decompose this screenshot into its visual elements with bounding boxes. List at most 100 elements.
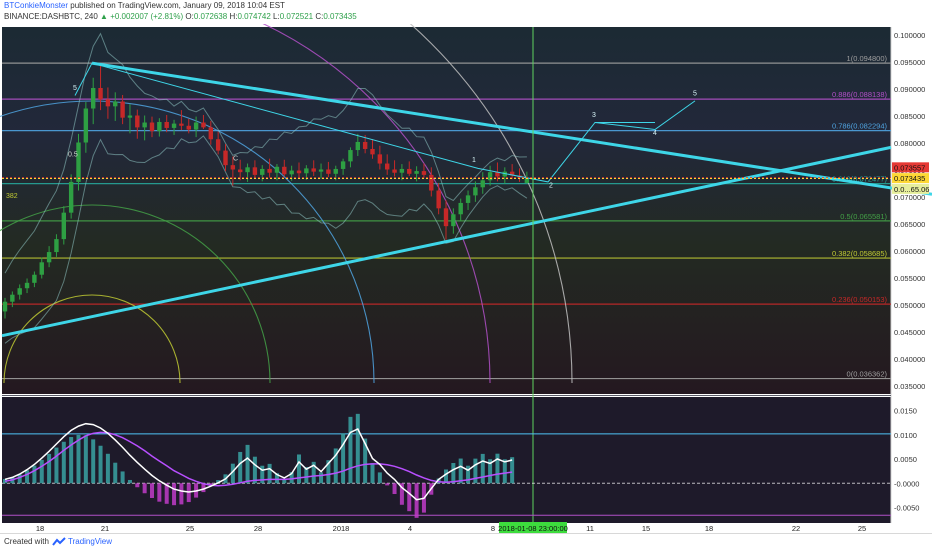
candle-body bbox=[385, 163, 390, 170]
open-value: 0.072638 bbox=[193, 12, 228, 21]
osc-tick-label: -0.0000 bbox=[894, 479, 919, 488]
open-label: O: bbox=[185, 12, 194, 21]
price-tag-label: 0.0...65.06 bbox=[894, 185, 929, 194]
ohlc-line: BINANCE:DASHBTC, 240 ▲ +0.002007 (+2.81%… bbox=[4, 12, 357, 22]
histogram-bar bbox=[105, 453, 110, 484]
time-tick-label: 25 bbox=[186, 524, 194, 533]
histogram-bar bbox=[495, 453, 500, 484]
price-tick-label: 0.080000 bbox=[894, 139, 925, 148]
candle-body bbox=[135, 115, 140, 128]
price-tick-label: 0.070000 bbox=[894, 193, 925, 202]
candle-body bbox=[215, 139, 221, 151]
candle-body bbox=[480, 180, 485, 188]
candle-body bbox=[54, 239, 59, 253]
candle-body bbox=[487, 172, 493, 181]
candle-body bbox=[318, 169, 324, 172]
high-value: 0.074742 bbox=[237, 12, 271, 21]
candle-body bbox=[179, 123, 184, 126]
candle-body bbox=[333, 168, 338, 174]
fib-level-label: 0.786(0.082294) bbox=[832, 122, 888, 131]
histogram-bar bbox=[392, 483, 397, 495]
histogram-bar bbox=[480, 453, 485, 484]
histogram-bar bbox=[245, 444, 250, 484]
histogram-bar bbox=[370, 463, 375, 484]
price-tick-label: 0.065000 bbox=[894, 220, 925, 229]
candle-body bbox=[245, 167, 250, 173]
histogram-bar bbox=[76, 434, 81, 484]
histogram-bar bbox=[444, 469, 448, 484]
time-tick-label: 11 bbox=[586, 524, 594, 533]
candle-body bbox=[399, 168, 405, 173]
close-value: 0.073435 bbox=[323, 12, 357, 21]
histogram-bar bbox=[297, 454, 301, 484]
candle-body bbox=[238, 169, 243, 173]
candle-body bbox=[304, 168, 309, 174]
candle-body bbox=[296, 170, 302, 174]
time-tick-label: 22 bbox=[792, 524, 800, 533]
candle-body bbox=[473, 187, 478, 196]
histogram-bar bbox=[319, 472, 324, 484]
candle-body bbox=[2, 301, 8, 312]
wave-label: 3 bbox=[592, 112, 596, 119]
candle-body bbox=[348, 150, 353, 162]
candle-body bbox=[24, 282, 30, 289]
candle-body bbox=[267, 168, 272, 173]
candle-body bbox=[120, 101, 125, 118]
price-tag-label: 0.073435 bbox=[894, 174, 925, 183]
chart-annotation: 0.5 bbox=[68, 152, 78, 159]
candle-body bbox=[524, 178, 530, 183]
price-tick-label: 0.060000 bbox=[894, 247, 925, 256]
publish-line: BTConkieMonster published on TradingView… bbox=[4, 1, 285, 11]
time-tick-label: 18 bbox=[705, 524, 713, 533]
candle-body bbox=[201, 122, 206, 128]
chart-canvas[interactable]: 1(0.094800) 0.886(0.088138) 0.786(0.082294… bbox=[0, 24, 932, 533]
author-link[interactable]: BTConkieMonster bbox=[4, 1, 68, 10]
candle-body bbox=[260, 168, 265, 175]
candle-body bbox=[443, 208, 449, 227]
price-tick-label: 0.055000 bbox=[894, 274, 925, 283]
histogram-bar bbox=[120, 471, 125, 484]
candle-body bbox=[83, 108, 89, 143]
time-tick-label: 28 bbox=[254, 524, 262, 533]
time-tick-label: 15 bbox=[642, 524, 650, 533]
wave-label: 5 bbox=[73, 85, 77, 92]
low-value: 0.072521 bbox=[279, 12, 314, 21]
candle-body bbox=[91, 87, 96, 109]
fib-level-label: 0.886(0.088138) bbox=[832, 90, 888, 99]
candle-body bbox=[142, 122, 147, 128]
candle-body bbox=[127, 115, 133, 118]
candle-body bbox=[340, 161, 346, 169]
candle-body bbox=[61, 212, 66, 240]
candle-body bbox=[223, 150, 228, 166]
candle-body bbox=[76, 142, 81, 182]
osc-tick-label: 0.0050 bbox=[894, 455, 917, 464]
histogram-bar bbox=[172, 483, 177, 506]
time-tick-label: 4 bbox=[408, 524, 412, 533]
candle-body bbox=[458, 202, 463, 215]
price-tick-label: 0.035000 bbox=[894, 382, 925, 391]
histogram-bar bbox=[473, 458, 478, 484]
candle-body bbox=[370, 148, 375, 155]
histogram-bar bbox=[385, 483, 390, 486]
candle-body bbox=[311, 168, 316, 172]
histogram-bar bbox=[17, 474, 22, 484]
histogram-bar bbox=[150, 483, 154, 498]
chart-annotation: 382 bbox=[6, 193, 18, 200]
symbol-label: BINANCE:DASHBTC, 240 bbox=[4, 12, 98, 21]
histogram-bar bbox=[407, 483, 412, 512]
histogram-bar bbox=[157, 483, 162, 502]
candle-body bbox=[39, 262, 44, 275]
histogram-bar bbox=[98, 445, 103, 484]
histogram-bar bbox=[458, 458, 463, 484]
histogram-bar bbox=[91, 439, 96, 484]
candle-body bbox=[113, 101, 118, 107]
tradingview-brand[interactable]: TradingView bbox=[68, 537, 112, 547]
candle-body bbox=[407, 168, 412, 174]
change-value: ▲ +0.002007 (+2.81%) bbox=[100, 12, 184, 21]
histogram-bar bbox=[142, 483, 147, 494]
wave-label: 5 bbox=[693, 91, 697, 98]
histogram-bar bbox=[502, 459, 507, 484]
chart-header: BTConkieMonster published on TradingView… bbox=[0, 0, 932, 24]
time-tick-label: 25 bbox=[858, 524, 866, 533]
candle-body bbox=[171, 123, 177, 128]
